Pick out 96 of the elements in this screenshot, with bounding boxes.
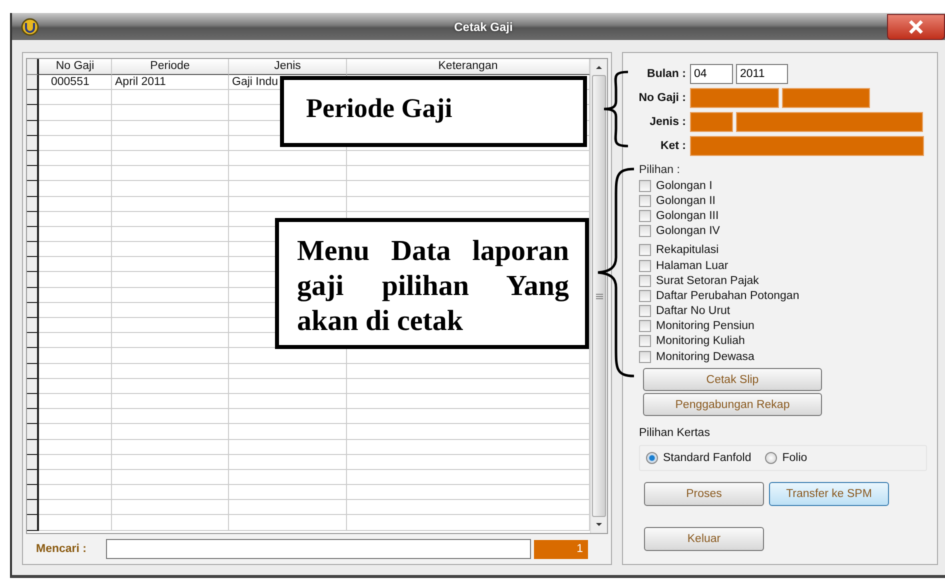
checkbox[interactable] [639, 335, 651, 348]
input-field[interactable] [690, 136, 924, 156]
checkbox[interactable] [639, 290, 651, 302]
search-label: Mencari : [36, 543, 88, 555]
row-selector[interactable] [27, 454, 39, 470]
row-selector[interactable] [27, 166, 39, 182]
column-header[interactable]: Jenis [229, 59, 347, 75]
radio-label: Standard Fanfold [663, 452, 752, 464]
row-selector[interactable] [27, 333, 39, 348]
search-field[interactable] [106, 539, 531, 559]
row-selector[interactable] [27, 440, 39, 455]
row-selector[interactable] [27, 394, 39, 410]
row-selector[interactable] [27, 242, 39, 258]
field-label: Ket : [659, 140, 686, 152]
field-label: No Gaji : [638, 92, 686, 104]
checkbox-label: Monitoring Pensiun [656, 320, 754, 332]
checkbox[interactable] [639, 225, 651, 238]
input-field[interactable] [690, 112, 733, 132]
row-selector[interactable] [27, 136, 39, 151]
row-selector[interactable] [27, 212, 39, 227]
corner-cell[interactable] [27, 59, 39, 75]
column-header[interactable]: Keterangan [347, 59, 590, 75]
row-selector[interactable] [27, 120, 39, 136]
row-selector[interactable] [27, 348, 39, 364]
checkbox-label: Monitoring Dewasa [656, 350, 754, 363]
grip-icon [596, 292, 602, 300]
row-selector[interactable] [27, 470, 39, 486]
checkbox[interactable] [639, 274, 651, 287]
radio-button[interactable] [646, 452, 658, 464]
row-selector[interactable] [27, 364, 39, 379]
input-field[interactable] [690, 88, 779, 108]
row-selector[interactable] [27, 302, 39, 318]
option-button[interactable]: Penggabungan Rekap [643, 393, 822, 416]
column-header[interactable]: Periode [112, 59, 229, 75]
scroll-down-icon[interactable] [594, 521, 604, 529]
row-selector[interactable] [27, 257, 39, 272]
field-label: Jenis : [648, 116, 686, 128]
checkbox-label: Surat Setoran Pajak [656, 274, 759, 287]
checkbox[interactable] [639, 244, 651, 256]
input-field[interactable] [782, 88, 870, 108]
radio-button[interactable] [765, 452, 778, 464]
window-title: Cetak Gaji [453, 20, 514, 34]
row-selector[interactable] [27, 409, 39, 424]
checkbox[interactable] [639, 260, 651, 272]
emblem-icon [20, 16, 40, 36]
row-selector[interactable] [27, 424, 39, 440]
callout-text: Periode Gaji [306, 92, 454, 125]
option-button[interactable]: Cetak Slip [643, 368, 822, 392]
table-cell: April 2011 [112, 75, 229, 90]
row-selector[interactable] [27, 90, 39, 106]
scrollbar[interactable] [590, 59, 607, 533]
row-selector[interactable] [27, 150, 39, 166]
checkbox[interactable] [639, 180, 651, 192]
row-selector[interactable] [27, 226, 39, 242]
options-label: Pilihan : [638, 164, 681, 176]
row-selector[interactable] [27, 75, 39, 90]
row-selector[interactable] [27, 378, 39, 394]
record-count: 1 [534, 540, 588, 558]
checkbox-label: Golongan IV [656, 225, 720, 238]
checkbox-label: Daftar Perubahan Potongan [656, 290, 800, 302]
exit-button[interactable]: Keluar [644, 527, 764, 552]
scroll-up-icon[interactable] [594, 63, 604, 71]
field-label: Bulan : [646, 68, 686, 80]
close-button[interactable] [887, 14, 945, 40]
row-selector[interactable] [27, 500, 39, 516]
row-selector[interactable] [27, 272, 39, 288]
column-header[interactable]: No Gaji [39, 59, 112, 75]
checkbox[interactable] [639, 350, 651, 363]
radio-label: Folio [782, 452, 808, 464]
input-field[interactable]: 2011 [736, 64, 788, 84]
row-selector[interactable] [27, 485, 39, 500]
table-cell: 000551 [39, 75, 112, 90]
row-selector[interactable] [27, 515, 39, 531]
action-button[interactable]: Transfer ke SPM [769, 482, 889, 506]
paper-label: Pilihan Kertas [639, 427, 711, 440]
scroll-thumb[interactable] [592, 75, 606, 517]
checkbox-label: Halaman Luar [656, 260, 728, 272]
checkbox[interactable] [639, 320, 651, 332]
row-selector[interactable] [27, 288, 39, 303]
checkbox-label: Golongan I [656, 180, 712, 192]
action-button[interactable]: Proses [644, 482, 764, 506]
checkbox[interactable] [639, 194, 651, 207]
input-field[interactable] [736, 112, 923, 132]
checkbox-label: Monitoring Kuliah [656, 335, 745, 348]
checkbox[interactable] [639, 305, 651, 318]
callout-text: Menu Data laporan gaji pilihan Yang akan di cetak [297, 234, 569, 339]
row-selector[interactable] [27, 105, 39, 121]
row-selector[interactable] [27, 196, 39, 212]
checkbox-label: Golongan III [656, 210, 719, 222]
checkbox-label: Daftar No Urut [656, 305, 730, 318]
checkbox[interactable] [639, 210, 651, 222]
input-field[interactable]: 04 [690, 64, 733, 84]
checkbox-label: Rekapitulasi [656, 244, 719, 256]
checkbox-label: Golongan II [656, 194, 716, 207]
row-selector[interactable] [27, 181, 39, 196]
row-selector[interactable] [27, 318, 39, 334]
